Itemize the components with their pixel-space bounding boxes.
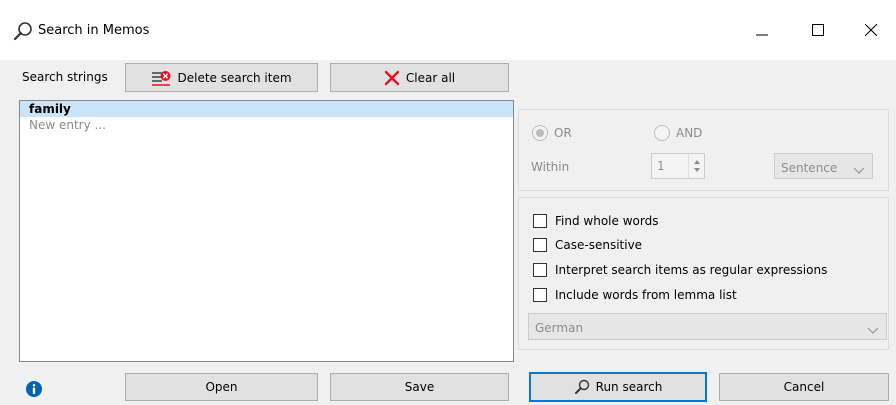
within-stepper[interactable]: 1 — [651, 153, 705, 179]
new-entry-placeholder: New entry ... — [29, 118, 106, 132]
radio-unselected-icon — [654, 125, 670, 141]
lemma-checkbox[interactable]: Include words from lemma list — [533, 287, 737, 303]
within-unit-value: Sentence — [781, 161, 838, 175]
regex-checkbox[interactable]: Interpret search items as regular expres… — [533, 262, 827, 278]
checkbox-unchecked-icon — [533, 214, 547, 228]
open-button[interactable]: Open — [125, 373, 318, 401]
list-item[interactable]: family — [20, 101, 513, 117]
within-unit-select[interactable]: Sentence — [774, 153, 873, 179]
radio-selected-icon — [532, 125, 548, 141]
and-radio[interactable]: AND — [654, 125, 702, 141]
cancel-button[interactable]: Cancel — [719, 373, 889, 401]
magnifier-icon — [574, 379, 590, 395]
or-label: OR — [554, 126, 572, 140]
delete-list-item-icon — [151, 70, 171, 86]
delete-search-item-button[interactable]: Delete search item — [125, 63, 318, 92]
red-x-icon — [384, 70, 400, 86]
checkbox-unchecked-icon — [533, 288, 547, 302]
regex-label: Interpret search items as regular expres… — [555, 263, 828, 277]
chevron-down-icon — [867, 323, 879, 337]
spin-arrows-icon[interactable] — [688, 154, 704, 178]
title-bar: Search in Memos — [0, 0, 896, 60]
search-strings-label: Search strings — [22, 70, 108, 84]
case-sensitive-label: Case-sensitive — [555, 238, 643, 252]
new-entry-row[interactable]: New entry ... — [20, 117, 513, 133]
list-item-text: family — [29, 102, 71, 116]
or-radio[interactable]: OR — [532, 125, 572, 141]
checkbox-unchecked-icon — [533, 263, 547, 277]
run-search-label: Run search — [595, 380, 663, 394]
save-button[interactable]: Save — [330, 373, 509, 401]
magnifier-icon — [12, 21, 34, 43]
save-label: Save — [404, 380, 435, 394]
find-whole-words-label: Find whole words — [555, 214, 659, 228]
close-window-button[interactable] — [846, 0, 896, 60]
close-icon — [865, 24, 877, 36]
lemma-language-value: German — [535, 321, 584, 335]
minimize-icon — [756, 24, 768, 36]
checkbox-unchecked-icon — [533, 238, 547, 252]
minimize-button[interactable] — [737, 0, 787, 60]
info-icon[interactable] — [26, 381, 42, 397]
within-label: Within — [531, 160, 570, 174]
find-whole-words-checkbox[interactable]: Find whole words — [533, 213, 658, 229]
clear-all-button[interactable]: Clear all — [330, 63, 509, 92]
window-title: Search in Memos — [38, 23, 150, 38]
delete-search-item-label: Delete search item — [177, 70, 292, 85]
lemma-language-select[interactable]: German — [528, 313, 887, 340]
case-sensitive-checkbox[interactable]: Case-sensitive — [533, 237, 642, 253]
chevron-down-icon — [853, 163, 865, 177]
search-items-list[interactable]: family New entry ... — [19, 100, 514, 362]
maximize-icon — [812, 24, 824, 36]
run-search-button[interactable]: Run search — [529, 372, 707, 402]
cancel-label: Cancel — [783, 380, 825, 394]
within-value: 1 — [657, 159, 665, 173]
open-label: Open — [205, 380, 238, 394]
and-label: AND — [676, 126, 703, 140]
maximize-button[interactable] — [793, 0, 843, 60]
lemma-label: Include words from lemma list — [555, 288, 737, 302]
clear-all-label: Clear all — [405, 70, 456, 85]
